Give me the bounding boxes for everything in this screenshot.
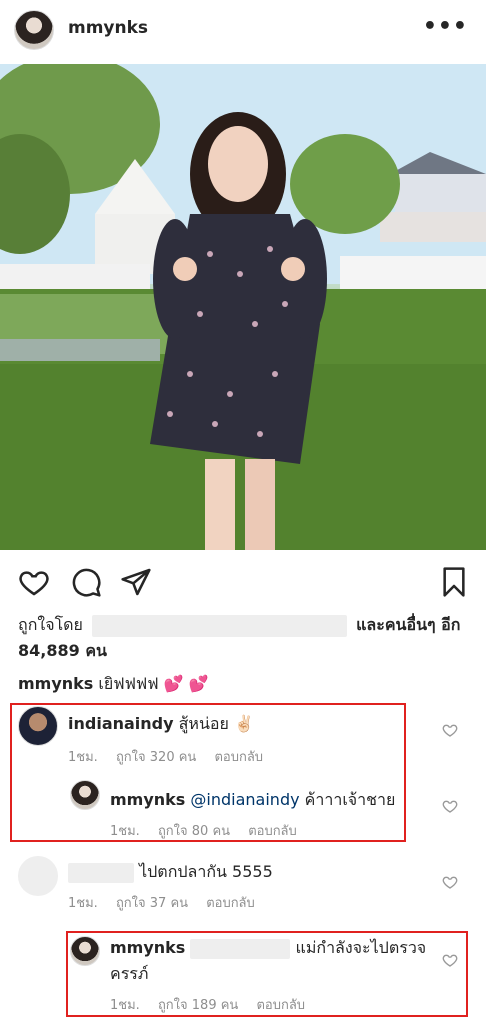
author-username[interactable]: mmynks	[68, 18, 148, 38]
more-options-icon[interactable]: •••	[423, 14, 468, 39]
author-avatar[interactable]	[14, 10, 54, 50]
paper-plane-icon[interactable]	[120, 566, 152, 598]
comment-item: ไปตกปลากัน 5555 1ชม. ถูกใจ 37 คน ตอบกลับ	[0, 852, 486, 918]
comment-like-heart-icon[interactable]	[442, 798, 458, 814]
comment-icon[interactable]	[70, 566, 102, 598]
highlight-box-top	[10, 703, 406, 842]
comment-likes[interactable]: ถูกใจ 37 คน	[116, 896, 188, 911]
caption-emoji: 💕 💕	[163, 674, 209, 693]
reply-button[interactable]: ตอบกลับ	[206, 896, 255, 911]
caption-text: เยิฟฟฟฟ	[98, 674, 159, 693]
highlight-box-bottom	[66, 931, 468, 1017]
heart-icon[interactable]	[18, 566, 50, 598]
likes-suffix: และคนอื่นๆ อีก	[356, 615, 461, 634]
likes-count: 84,889 คน	[18, 641, 107, 660]
post-photo[interactable]	[0, 64, 486, 550]
comment-time: 1ชม.	[68, 896, 98, 911]
comment-like-heart-icon[interactable]	[442, 722, 458, 738]
comment-text: ไปตกปลากัน 5555	[68, 860, 273, 885]
bookmark-icon[interactable]	[438, 566, 470, 598]
post-header: mmynks •••	[0, 0, 486, 60]
comment-like-heart-icon[interactable]	[442, 874, 458, 890]
comment-meta: 1ชม. ถูกใจ 37 คน ตอบกลับ	[68, 892, 269, 913]
likes-prefix: ถูกใจโดย	[18, 615, 83, 634]
comment-body: ไปตกปลากัน 5555	[139, 862, 273, 881]
redacted-username	[92, 614, 348, 637]
commenter-avatar[interactable]	[18, 856, 58, 896]
likes-summary[interactable]: ถูกใจโดย และคนอื่นๆ อีก 84,889 คน	[18, 612, 474, 664]
redacted-username	[68, 862, 134, 883]
action-bar	[0, 560, 486, 604]
caption-username[interactable]: mmynks	[18, 674, 93, 693]
post-caption: mmynks เยิฟฟฟฟ 💕 💕	[18, 672, 209, 697]
